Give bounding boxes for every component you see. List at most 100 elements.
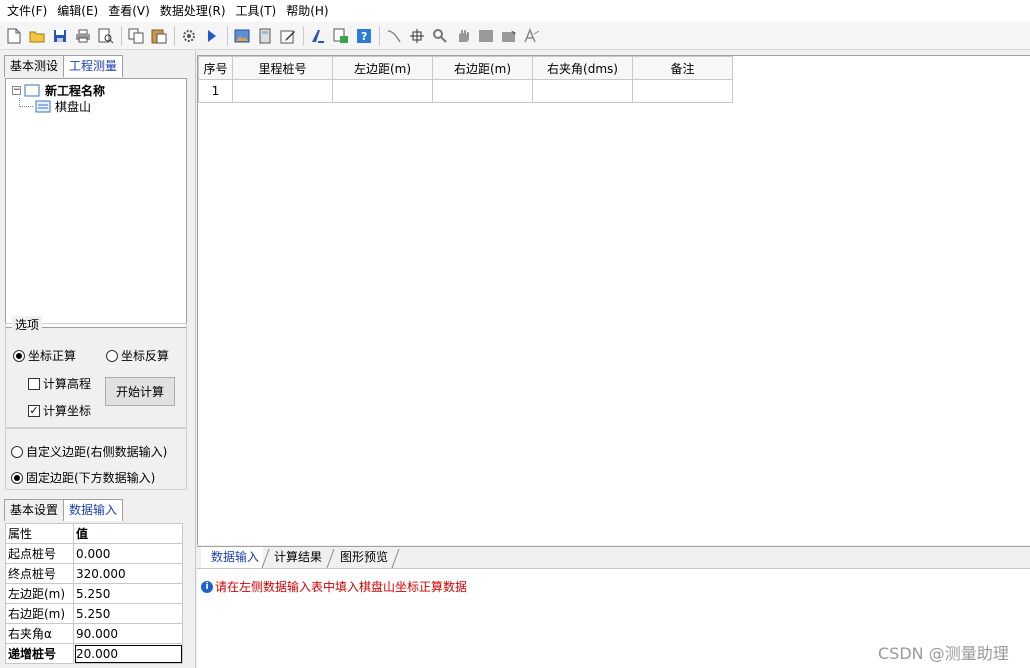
property-row: 递增桩号 20.000	[5, 643, 183, 664]
radio-fixed-offset[interactable]: 固定边距(下方数据输入)	[11, 469, 155, 486]
screenshot-icon[interactable]	[499, 26, 519, 46]
image-icon[interactable]	[232, 26, 252, 46]
property-value-increment-station[interactable]: 20.000	[73, 643, 183, 664]
property-row: 左边距(m) 5.250	[5, 583, 183, 604]
line-icon[interactable]	[384, 26, 404, 46]
checkbox-coords-box[interactable]: ✓	[28, 404, 40, 417]
grid-header-remarks[interactable]: 备注	[632, 56, 733, 80]
text-icon[interactable]	[522, 26, 542, 46]
grid-cell[interactable]	[232, 79, 333, 103]
watermark: CSDN @测量助理	[878, 644, 1009, 663]
tab-data-input-output[interactable]: 数据输入	[201, 547, 263, 569]
property-value-right-offset[interactable]: 5.250	[73, 603, 183, 624]
menu-bar: 文件(F) 编辑(E) 查看(V) 数据处理(R) 工具(T) 帮助(H)	[0, 0, 1030, 22]
menu-tools[interactable]: 工具(T)	[231, 0, 282, 22]
tab-engineering-survey[interactable]: 工程测量	[63, 55, 124, 77]
left-tabs: 基本测设 工程测量	[4, 55, 124, 77]
grid-header-right-offset[interactable]: 右边距(m)	[432, 56, 533, 80]
new-icon[interactable]	[4, 26, 24, 46]
checkbox-elevation-box[interactable]	[28, 377, 40, 390]
menu-help[interactable]: 帮助(H)	[281, 0, 333, 22]
help-icon[interactable]: ?	[354, 26, 374, 46]
menu-data-processing[interactable]: 数据处理(R)	[155, 0, 231, 22]
property-key: 右边距(m)	[5, 603, 74, 624]
grid-header-right-angle[interactable]: 右夹角(dms)	[532, 56, 633, 80]
crosshair-icon[interactable]	[407, 26, 427, 46]
tree-root-label: 新工程名称	[45, 83, 106, 98]
rectangle-icon[interactable]	[476, 26, 496, 46]
project-icon	[24, 84, 40, 96]
grid-header-station[interactable]: 里程桩号	[232, 56, 333, 80]
print-preview-icon[interactable]	[96, 26, 116, 46]
pan-icon[interactable]	[453, 26, 473, 46]
property-grid: 属性 值 起点桩号 0.000 终点桩号 320.000 左边距(m) 5.25…	[5, 523, 183, 664]
tab-divider	[391, 548, 400, 568]
status-message-text: 请在左侧数据输入表中填入棋盘山坐标正算数据	[215, 580, 468, 594]
property-header-value: 值	[73, 523, 183, 544]
menu-edit[interactable]: 编辑(E)	[52, 0, 103, 22]
radio-custom-offset[interactable]: 自定义边距(右侧数据输入)	[11, 443, 167, 460]
tab-data-input[interactable]: 数据输入	[63, 499, 124, 521]
property-value-right-angle[interactable]: 90.000	[73, 623, 183, 644]
grid-cell[interactable]	[332, 79, 433, 103]
checkbox-coords[interactable]: ✓ 计算坐标	[28, 402, 91, 419]
font-icon[interactable]	[308, 26, 328, 46]
radio-forward[interactable]: 坐标正算	[13, 347, 76, 364]
edit-icon[interactable]	[278, 26, 298, 46]
info-icon: i	[201, 580, 213, 593]
checkbox-elevation[interactable]: 计算高程	[28, 375, 91, 392]
property-key: 右夹角α	[5, 623, 74, 644]
property-tabs: 基本设置 数据输入	[4, 499, 124, 521]
save-icon[interactable]	[50, 26, 70, 46]
calculator-icon[interactable]	[255, 26, 275, 46]
toolbar-separator	[379, 25, 380, 46]
property-key: 起点桩号	[5, 543, 74, 564]
property-value-left-offset[interactable]: 5.250	[73, 583, 183, 604]
output-tabs: 数据输入 计算结果 图形预览	[197, 546, 1030, 569]
tab-calculation-result[interactable]: 计算结果	[264, 547, 328, 569]
toolbar-separator	[121, 25, 122, 46]
settings-icon[interactable]	[179, 26, 199, 46]
radio-fixed-offset-indicator[interactable]	[11, 471, 23, 484]
grid-cell[interactable]	[632, 79, 733, 103]
grid-header-left-offset[interactable]: 左边距(m)	[332, 56, 433, 80]
tree-root[interactable]: − 新工程名称	[12, 82, 105, 98]
data-grid: 序号 里程桩号 左边距(m) 右边距(m) 右夹角(dms) 备注 1	[198, 56, 733, 103]
tab-basic-settings[interactable]: 基本设置	[4, 499, 65, 521]
checkbox-coords-label: 计算坐标	[43, 404, 92, 418]
toolbar-separator	[227, 25, 228, 46]
property-row: 终点桩号 320.000	[5, 563, 183, 584]
copy-icon[interactable]	[126, 26, 146, 46]
zoom-icon[interactable]	[430, 26, 450, 46]
property-value-start-station[interactable]: 0.000	[73, 543, 183, 564]
radio-forward-label: 坐标正算	[28, 349, 77, 363]
toolbar-separator	[174, 25, 175, 46]
grid-cell[interactable]	[532, 79, 633, 103]
radio-inverse[interactable]: 坐标反算	[106, 347, 169, 364]
collapse-icon[interactable]: −	[12, 85, 21, 95]
grid-cell[interactable]	[432, 79, 533, 103]
tab-basic-survey[interactable]: 基本测设	[4, 55, 65, 77]
radio-inverse-indicator[interactable]	[106, 349, 118, 362]
menu-view[interactable]: 查看(V)	[103, 0, 155, 22]
radio-forward-indicator[interactable]	[13, 349, 25, 362]
checkbox-elevation-label: 计算高程	[43, 377, 92, 391]
table-row: 1	[198, 79, 733, 103]
menu-file[interactable]: 文件(F)	[2, 0, 52, 22]
print-icon[interactable]	[73, 26, 93, 46]
run-icon[interactable]	[202, 26, 222, 46]
grid-cell-index[interactable]: 1	[198, 79, 233, 103]
tree-child[interactable]: 棋盘山	[19, 97, 91, 114]
paste-icon[interactable]	[149, 26, 169, 46]
tab-graphic-preview[interactable]: 图形预览	[330, 547, 396, 569]
export-icon[interactable]	[331, 26, 351, 46]
radio-custom-offset-indicator[interactable]	[11, 445, 23, 458]
radio-custom-offset-label: 自定义边距(右侧数据输入)	[26, 445, 168, 459]
property-value-end-station[interactable]: 320.000	[73, 563, 183, 584]
property-row: 起点桩号 0.000	[5, 543, 183, 564]
property-key: 递增桩号	[5, 643, 74, 664]
offset-mode-group: 自定义边距(右侧数据输入) 固定边距(下方数据输入)	[5, 428, 187, 490]
open-icon[interactable]	[27, 26, 47, 46]
grid-header-index[interactable]: 序号	[198, 56, 233, 80]
start-calculation-button[interactable]: 开始计算	[105, 377, 175, 406]
